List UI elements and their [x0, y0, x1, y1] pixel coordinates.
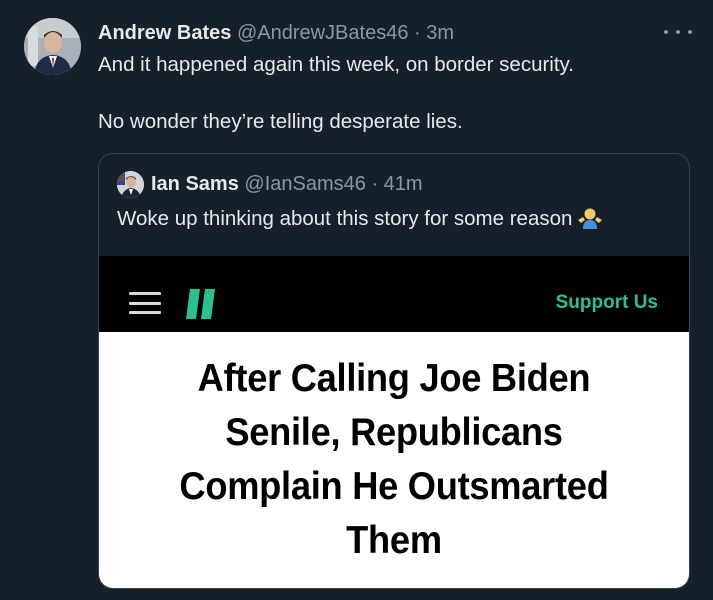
headline-line: After Calling Joe Biden [197, 357, 591, 400]
headline-line: Them [346, 519, 442, 562]
tweet-header: Andrew Bates @AndrewJBates46 · 3m [98, 20, 454, 46]
author-avatar[interactable] [24, 18, 81, 75]
headline-line: Senile, Republicans [225, 411, 563, 454]
tweet-text-line-2: No wonder they’re telling desperate lies… [98, 110, 463, 133]
header-separator: · [414, 22, 421, 44]
article-nav-bar: Support Us [99, 256, 689, 332]
quote-header: Ian Sams @IanSams46 · 41m [151, 171, 423, 197]
quote-time[interactable]: 41m [384, 173, 423, 195]
tweet[interactable]: Andrew Bates @AndrewJBates46 · 3m And it… [0, 0, 713, 600]
headline-line: Complain He Outsmarted [179, 465, 609, 508]
quote-header-separator: · [371, 173, 379, 195]
quote-avatar-photo [117, 171, 144, 198]
quote-author-handle[interactable]: @IanSams46 [244, 173, 365, 195]
quote-author-avatar[interactable] [117, 171, 144, 198]
support-us-link[interactable]: Support Us [556, 291, 658, 315]
article-headline: After Calling Joe Biden Senile, Republic… [120, 352, 669, 568]
more-horizontal-icon[interactable] [664, 21, 692, 43]
hamburger-menu-icon[interactable] [129, 292, 161, 314]
huffpost-logo-icon[interactable] [185, 289, 217, 324]
quote-text-row: Woke up thinking about this story for so… [117, 205, 603, 236]
quote-author-name[interactable]: Ian Sams [151, 173, 239, 195]
tweet-time[interactable]: 3m [426, 22, 454, 44]
author-name[interactable]: Andrew Bates [98, 22, 231, 44]
author-handle[interactable]: @AndrewJBates46 [237, 22, 409, 44]
tweet-text-line-1: And it happened again this week, on bord… [98, 53, 574, 76]
quote-text: Woke up thinking about this story for so… [117, 207, 573, 230]
person-shrugging-emoji [578, 205, 603, 236]
avatar-photo [24, 18, 81, 75]
quote-tweet[interactable]: Ian Sams @IanSams46 · 41m Woke up thinki… [98, 153, 690, 589]
article-preview[interactable]: Support Us After Calling Joe Biden Senil… [99, 256, 689, 588]
